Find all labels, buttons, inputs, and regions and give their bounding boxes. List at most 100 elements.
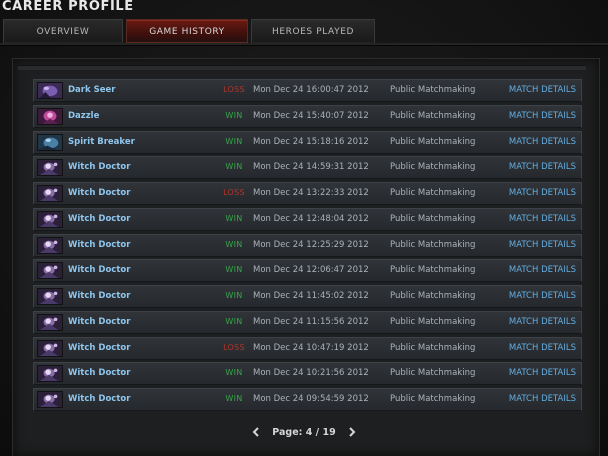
match-list: Dark Seer LOSS Mon Dec 24 16:00:47 2012 Pub… [33,79,582,414]
match-date: Mon Dec 24 12:48:04 2012 [253,213,369,224]
match-date: Mon Dec 24 16:00:47 2012 [253,85,369,95]
panel-header-strip [18,65,586,70]
witch-doctor-portrait-icon [37,236,63,254]
match-result: LOSS [223,85,245,94]
witch-doctor-portrait-icon [37,288,63,305]
match-row[interactable]: Dazzle WIN Mon Dec 24 15:40:07 2012 Public … [33,104,582,128]
hero-name[interactable]: Witch Doctor [68,368,130,378]
hero-name[interactable]: Witch Doctor [68,317,130,327]
match-details-link[interactable]: MATCH DETAILS [509,265,576,275]
witch-doctor-portrait-icon [37,313,63,331]
dazzle-portrait-icon [37,107,63,125]
witch-doctor-portrait-icon [37,365,63,383]
match-result: WIN [225,162,243,172]
witch-doctor-portrait-icon [37,339,63,357]
match-details-link[interactable]: MATCH DETAILS [509,111,576,121]
match-mode: Public Matchmaking [390,239,476,250]
match-mode: Public Matchmaking [390,291,476,301]
match-result: LOSS [223,188,245,197]
match-date: Mon Dec 24 10:47:19 2012 [253,342,369,353]
witch-doctor-portrait-icon [37,210,63,228]
witch-doctor-portrait-icon [37,391,63,408]
match-mode: Public Matchmaking [390,162,476,173]
match-row[interactable]: Dark Seer LOSS Mon Dec 24 16:00:47 2012 Pub… [33,79,582,102]
match-row[interactable]: Spirit Breaker WIN Mon Dec 24 15:18:16 201… [33,130,582,154]
match-details-link[interactable]: MATCH DETAILS [509,317,576,327]
match-details-link[interactable]: MATCH DETAILS [509,188,576,198]
pagination: Page: 4 / 19 [0,425,608,439]
match-result: WIN [225,265,243,275]
match-result: WIN [225,316,243,326]
hero-name[interactable]: Dazzle [68,111,99,121]
match-date: Mon Dec 24 09:54:59 2012 [253,394,369,404]
hero-name[interactable]: Spirit Breaker [68,137,135,147]
match-details-link[interactable]: MATCH DETAILS [509,368,576,378]
match-row[interactable]: Witch Doctor WIN Mon Dec 24 10:21:56 2012 P… [33,362,582,386]
match-result: WIN [225,368,243,378]
match-mode: Public Matchmaking [390,110,476,121]
match-result: WIN [225,136,243,146]
chevron-right-icon[interactable] [346,426,358,438]
match-result: LOSS [223,342,245,352]
hero-name[interactable]: Witch Doctor [68,188,130,198]
hero-name[interactable]: Witch Doctor [68,291,130,301]
match-row[interactable]: Witch Doctor WIN Mon Dec 24 12:25:29 2012 P… [33,233,582,257]
match-result: WIN [225,213,243,223]
match-result: WIN [225,394,243,403]
match-result: WIN [225,110,243,120]
match-details-link[interactable]: MATCH DETAILS [509,214,576,224]
match-mode: Public Matchmaking [390,85,476,95]
witch-doctor-portrait-icon [37,159,63,177]
match-details-link[interactable]: MATCH DETAILS [509,137,576,147]
match-mode: Public Matchmaking [390,213,476,224]
match-mode: Public Matchmaking [390,342,476,353]
hero-name[interactable]: Dark Seer [68,85,115,95]
match-mode: Public Matchmaking [390,265,476,276]
tab-heroes-played[interactable]: HEROES PLAYED [251,19,375,43]
match-row[interactable]: Witch Doctor WIN Mon Dec 24 12:48:04 2012 P… [33,207,582,231]
match-row[interactable]: Witch Doctor WIN Mon Dec 24 12:06:47 2012 P… [33,259,582,283]
match-row[interactable]: Witch Doctor WIN Mon Dec 24 09:54:59 2012 P… [33,388,582,411]
tab-game-history[interactable]: GAME HISTORY [126,19,248,43]
match-row[interactable]: Witch Doctor LOSS Mon Dec 24 10:47:19 2012… [33,336,582,360]
match-details-link[interactable]: MATCH DETAILS [509,162,576,172]
spirit-breaker-portrait-icon [37,133,63,151]
match-row[interactable]: Witch Doctor WIN Mon Dec 24 11:15:56 2012 P… [33,310,582,334]
match-details-link[interactable]: MATCH DETAILS [509,291,576,301]
match-mode: Public Matchmaking [390,188,476,198]
page-indicator: Page: 4 / 19 [272,426,336,438]
match-result: WIN [225,239,243,249]
page-title: CAREER PROFILE [2,0,134,14]
match-date: Mon Dec 24 11:15:56 2012 [253,316,369,327]
match-date: Mon Dec 24 13:22:33 2012 [253,188,369,198]
hero-name[interactable]: Witch Doctor [68,394,130,404]
match-date: Mon Dec 24 15:18:16 2012 [253,136,369,147]
match-row[interactable]: Witch Doctor LOSS Mon Dec 24 13:22:33 2012… [33,182,582,205]
match-date: Mon Dec 24 14:59:31 2012 [253,162,369,173]
tab-bar: OVERVIEW GAME HISTORY HEROES PLAYED [3,19,375,44]
match-details-link[interactable]: MATCH DETAILS [509,240,576,250]
match-date: Mon Dec 24 12:25:29 2012 [253,239,369,250]
match-details-link[interactable]: MATCH DETAILS [509,343,576,353]
chevron-left-icon[interactable] [250,426,262,438]
witch-doctor-portrait-icon [37,262,63,280]
hero-name[interactable]: Witch Doctor [68,214,130,224]
match-date: Mon Dec 24 11:45:02 2012 [253,291,369,301]
career-profile-screen: CAREER PROFILE OVERVIEW GAME HISTORY HER… [0,0,608,456]
hero-name[interactable]: Witch Doctor [68,343,130,353]
witch-doctor-portrait-icon [37,185,63,202]
match-result: WIN [225,291,243,300]
tab-overview[interactable]: OVERVIEW [3,19,123,43]
hero-name[interactable]: Witch Doctor [68,240,130,250]
hero-name[interactable]: Witch Doctor [68,265,130,275]
match-row[interactable]: Witch Doctor WIN Mon Dec 24 11:45:02 2012 P… [33,285,582,308]
match-date: Mon Dec 24 10:21:56 2012 [253,368,369,379]
match-row[interactable]: Witch Doctor WIN Mon Dec 24 14:59:31 2012 P… [33,156,582,180]
match-date: Mon Dec 24 15:40:07 2012 [253,110,369,121]
match-mode: Public Matchmaking [390,136,476,147]
hero-name[interactable]: Witch Doctor [68,162,130,172]
match-mode: Public Matchmaking [390,394,476,404]
match-details-link[interactable]: MATCH DETAILS [509,394,576,404]
match-mode: Public Matchmaking [390,368,476,379]
match-details-link[interactable]: MATCH DETAILS [509,85,576,95]
